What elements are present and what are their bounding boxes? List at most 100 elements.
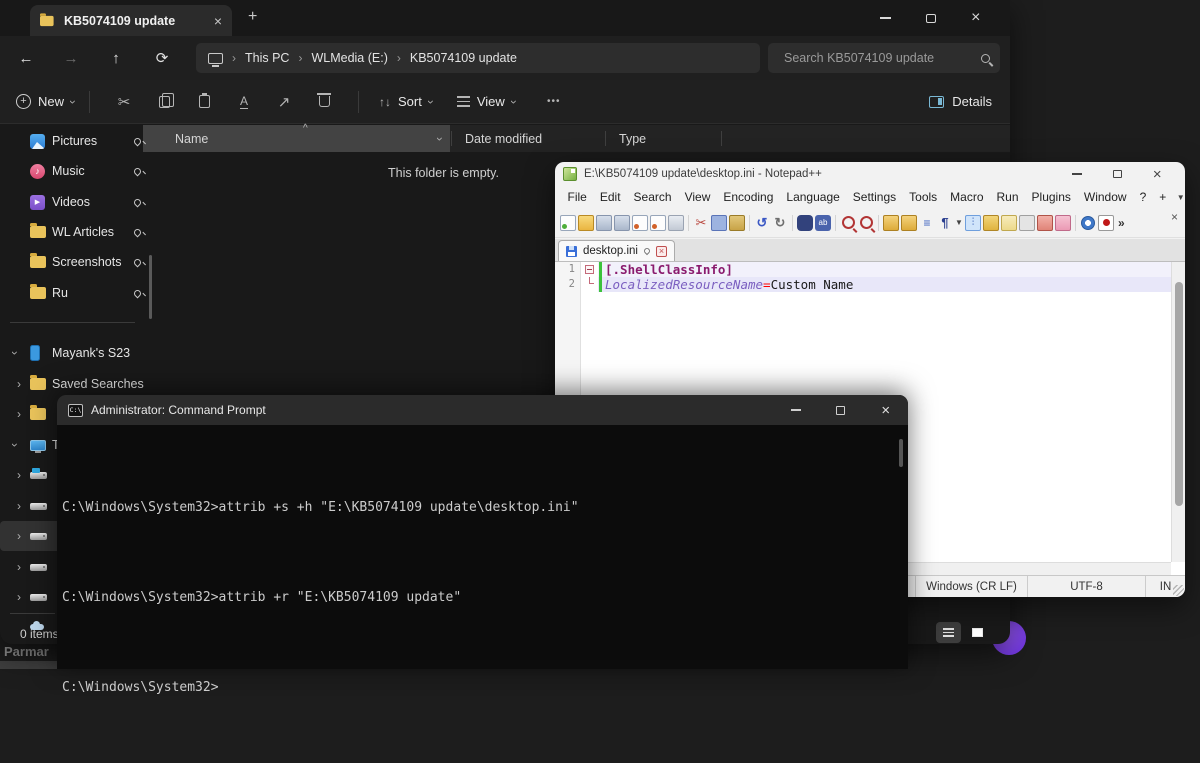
minimize-button[interactable] [1057, 163, 1097, 185]
view-button[interactable]: View › [457, 94, 516, 109]
zoom-out-icon[interactable] [860, 216, 873, 229]
column-header-date-modified[interactable]: Date modified [465, 125, 542, 152]
new-tab-button[interactable]: + [248, 8, 257, 26]
rename-button[interactable]: A [224, 87, 264, 117]
replace-icon[interactable]: ab [815, 215, 831, 231]
zoom-in-icon[interactable] [842, 216, 855, 229]
chevron-collapsed-icon[interactable]: › [17, 591, 21, 603]
search-box[interactable] [768, 43, 1000, 73]
sidebar-item-screenshots[interactable]: Screenshots [0, 247, 155, 277]
sidebar-item-phone[interactable]: › Mayank's S23 [0, 338, 155, 368]
show-all-chars-icon[interactable]: ¶ [937, 215, 953, 231]
folder-as-workspace-icon[interactable] [1037, 215, 1053, 231]
up-button[interactable]: ↑ [104, 46, 128, 70]
fold-collapse-icon[interactable] [585, 265, 594, 274]
chevron-collapsed-icon[interactable]: › [17, 408, 21, 420]
sidebar-item-videos[interactable]: ▶ Videos [0, 187, 155, 217]
cut-button[interactable]: ✂ [104, 87, 144, 117]
chevron-collapsed-icon[interactable]: › [17, 378, 21, 390]
word-wrap-icon[interactable]: ≡ [919, 215, 935, 231]
close-button[interactable]: × [1137, 163, 1177, 185]
breadcrumb-current-folder[interactable]: KB5074109 update [410, 51, 517, 65]
search-input[interactable] [784, 51, 981, 65]
sidebar-scrollbar[interactable] [149, 255, 152, 319]
menu-settings[interactable]: Settings [846, 190, 902, 204]
menu-overflow-icon[interactable]: ▼ [1173, 193, 1185, 202]
document-map-icon[interactable] [1001, 215, 1017, 231]
menu-file[interactable]: File [561, 190, 593, 204]
menu-help[interactable]: ? [1133, 190, 1153, 204]
chevron-collapsed-icon[interactable]: › [17, 500, 21, 512]
minimize-button[interactable] [863, 0, 908, 36]
thumbnail-view-button[interactable] [965, 622, 990, 643]
copy-icon[interactable] [711, 215, 727, 231]
close-all-icon[interactable] [650, 215, 666, 231]
sidebar-item-pictures[interactable]: Pictures [0, 126, 155, 156]
menu-plugins[interactable]: Plugins [1025, 190, 1077, 204]
document-tab[interactable]: desktop.ini × [558, 240, 675, 261]
menu-window[interactable]: Window [1077, 190, 1133, 204]
tab-close-icon[interactable]: × [214, 14, 222, 28]
redo-icon[interactable]: ↻ [772, 215, 788, 231]
share-button[interactable]: ↗ [264, 87, 304, 117]
paste-button[interactable] [184, 87, 224, 117]
panel-close-icon[interactable]: × [1171, 210, 1178, 224]
maximize-button[interactable] [818, 395, 863, 425]
menu-encoding[interactable]: Encoding [717, 190, 780, 204]
delete-button[interactable] [304, 87, 344, 117]
forward-button[interactable]: → [59, 46, 83, 70]
sidebar-item-ru[interactable]: Ru [0, 278, 155, 308]
column-divider[interactable] [605, 131, 606, 146]
column-header-name[interactable]: Name ^ › [143, 125, 450, 152]
sidebar-item-music[interactable]: ♪ Music [0, 156, 155, 186]
function-list-icon[interactable] [983, 215, 999, 231]
save-all-icon[interactable] [614, 215, 630, 231]
column-divider[interactable] [721, 131, 722, 146]
cmd-output[interactable]: C:\Windows\System32>attrib +s +h "E:\KB5… [62, 433, 894, 763]
explorer-tab[interactable]: KB5074109 update × [30, 5, 232, 36]
back-button[interactable]: ← [14, 46, 38, 70]
sort-button[interactable]: ↑↓ Sort › [379, 94, 433, 109]
menu-search[interactable]: Search [627, 190, 678, 204]
menu-language[interactable]: Language [780, 190, 846, 204]
maximize-button[interactable] [1097, 163, 1137, 185]
close-button[interactable]: × [863, 395, 908, 425]
refresh-button[interactable]: ⟳ [150, 46, 174, 70]
file-browser-icon[interactable] [1055, 215, 1071, 231]
column-header-type[interactable]: Type [619, 125, 646, 152]
indent-guide-icon[interactable]: ⫶ [965, 215, 981, 231]
close-file-icon[interactable] [632, 215, 648, 231]
copy-button[interactable] [144, 87, 184, 117]
scrollbar-thumb[interactable] [1175, 282, 1183, 506]
sidebar-item-wl-articles[interactable]: WL Articles [0, 217, 155, 247]
open-file-icon[interactable] [578, 215, 594, 231]
minimize-button[interactable] [773, 395, 818, 425]
menu-macro[interactable]: Macro [944, 190, 990, 204]
save-icon[interactable] [596, 215, 612, 231]
notepadpp-title-bar[interactable]: E:\KB5074109 update\desktop.ini - Notepa… [555, 162, 1185, 186]
chevron-expanded-icon[interactable]: › [9, 351, 21, 355]
close-button[interactable]: × [953, 0, 998, 36]
sync-vertical-icon[interactable] [883, 215, 899, 231]
cmd-title-bar[interactable]: C:\ Administrator: Command Prompt × [57, 395, 908, 425]
details-button[interactable]: Details [929, 94, 992, 109]
more-options-button[interactable]: ••• [534, 87, 574, 117]
details-view-button[interactable] [936, 622, 961, 643]
editor-vertical-scrollbar[interactable] [1171, 262, 1185, 562]
breadcrumb-drive[interactable]: WLMedia (E:) [311, 51, 387, 65]
menu-edit[interactable]: Edit [593, 190, 627, 204]
menu-tools[interactable]: Tools [903, 190, 944, 204]
chevron-collapsed-icon[interactable]: › [17, 530, 21, 542]
new-button[interactable]: + New › [16, 94, 75, 109]
chevron-collapsed-icon[interactable]: › [17, 561, 21, 573]
document-list-icon[interactable] [1019, 215, 1035, 231]
menu-run[interactable]: Run [990, 190, 1025, 204]
breadcrumb-this-pc[interactable]: This PC [245, 51, 289, 65]
chevron-expanded-icon[interactable]: › [9, 443, 21, 447]
macro-record-icon[interactable] [1098, 215, 1114, 231]
address-bar[interactable]: › This PC › WLMedia (E:) › KB5074109 upd… [196, 43, 760, 73]
chevron-down-icon[interactable]: › [434, 137, 446, 141]
column-divider[interactable] [451, 131, 452, 146]
find-icon[interactable] [797, 215, 813, 231]
cut-icon[interactable]: ✂ [693, 215, 709, 231]
